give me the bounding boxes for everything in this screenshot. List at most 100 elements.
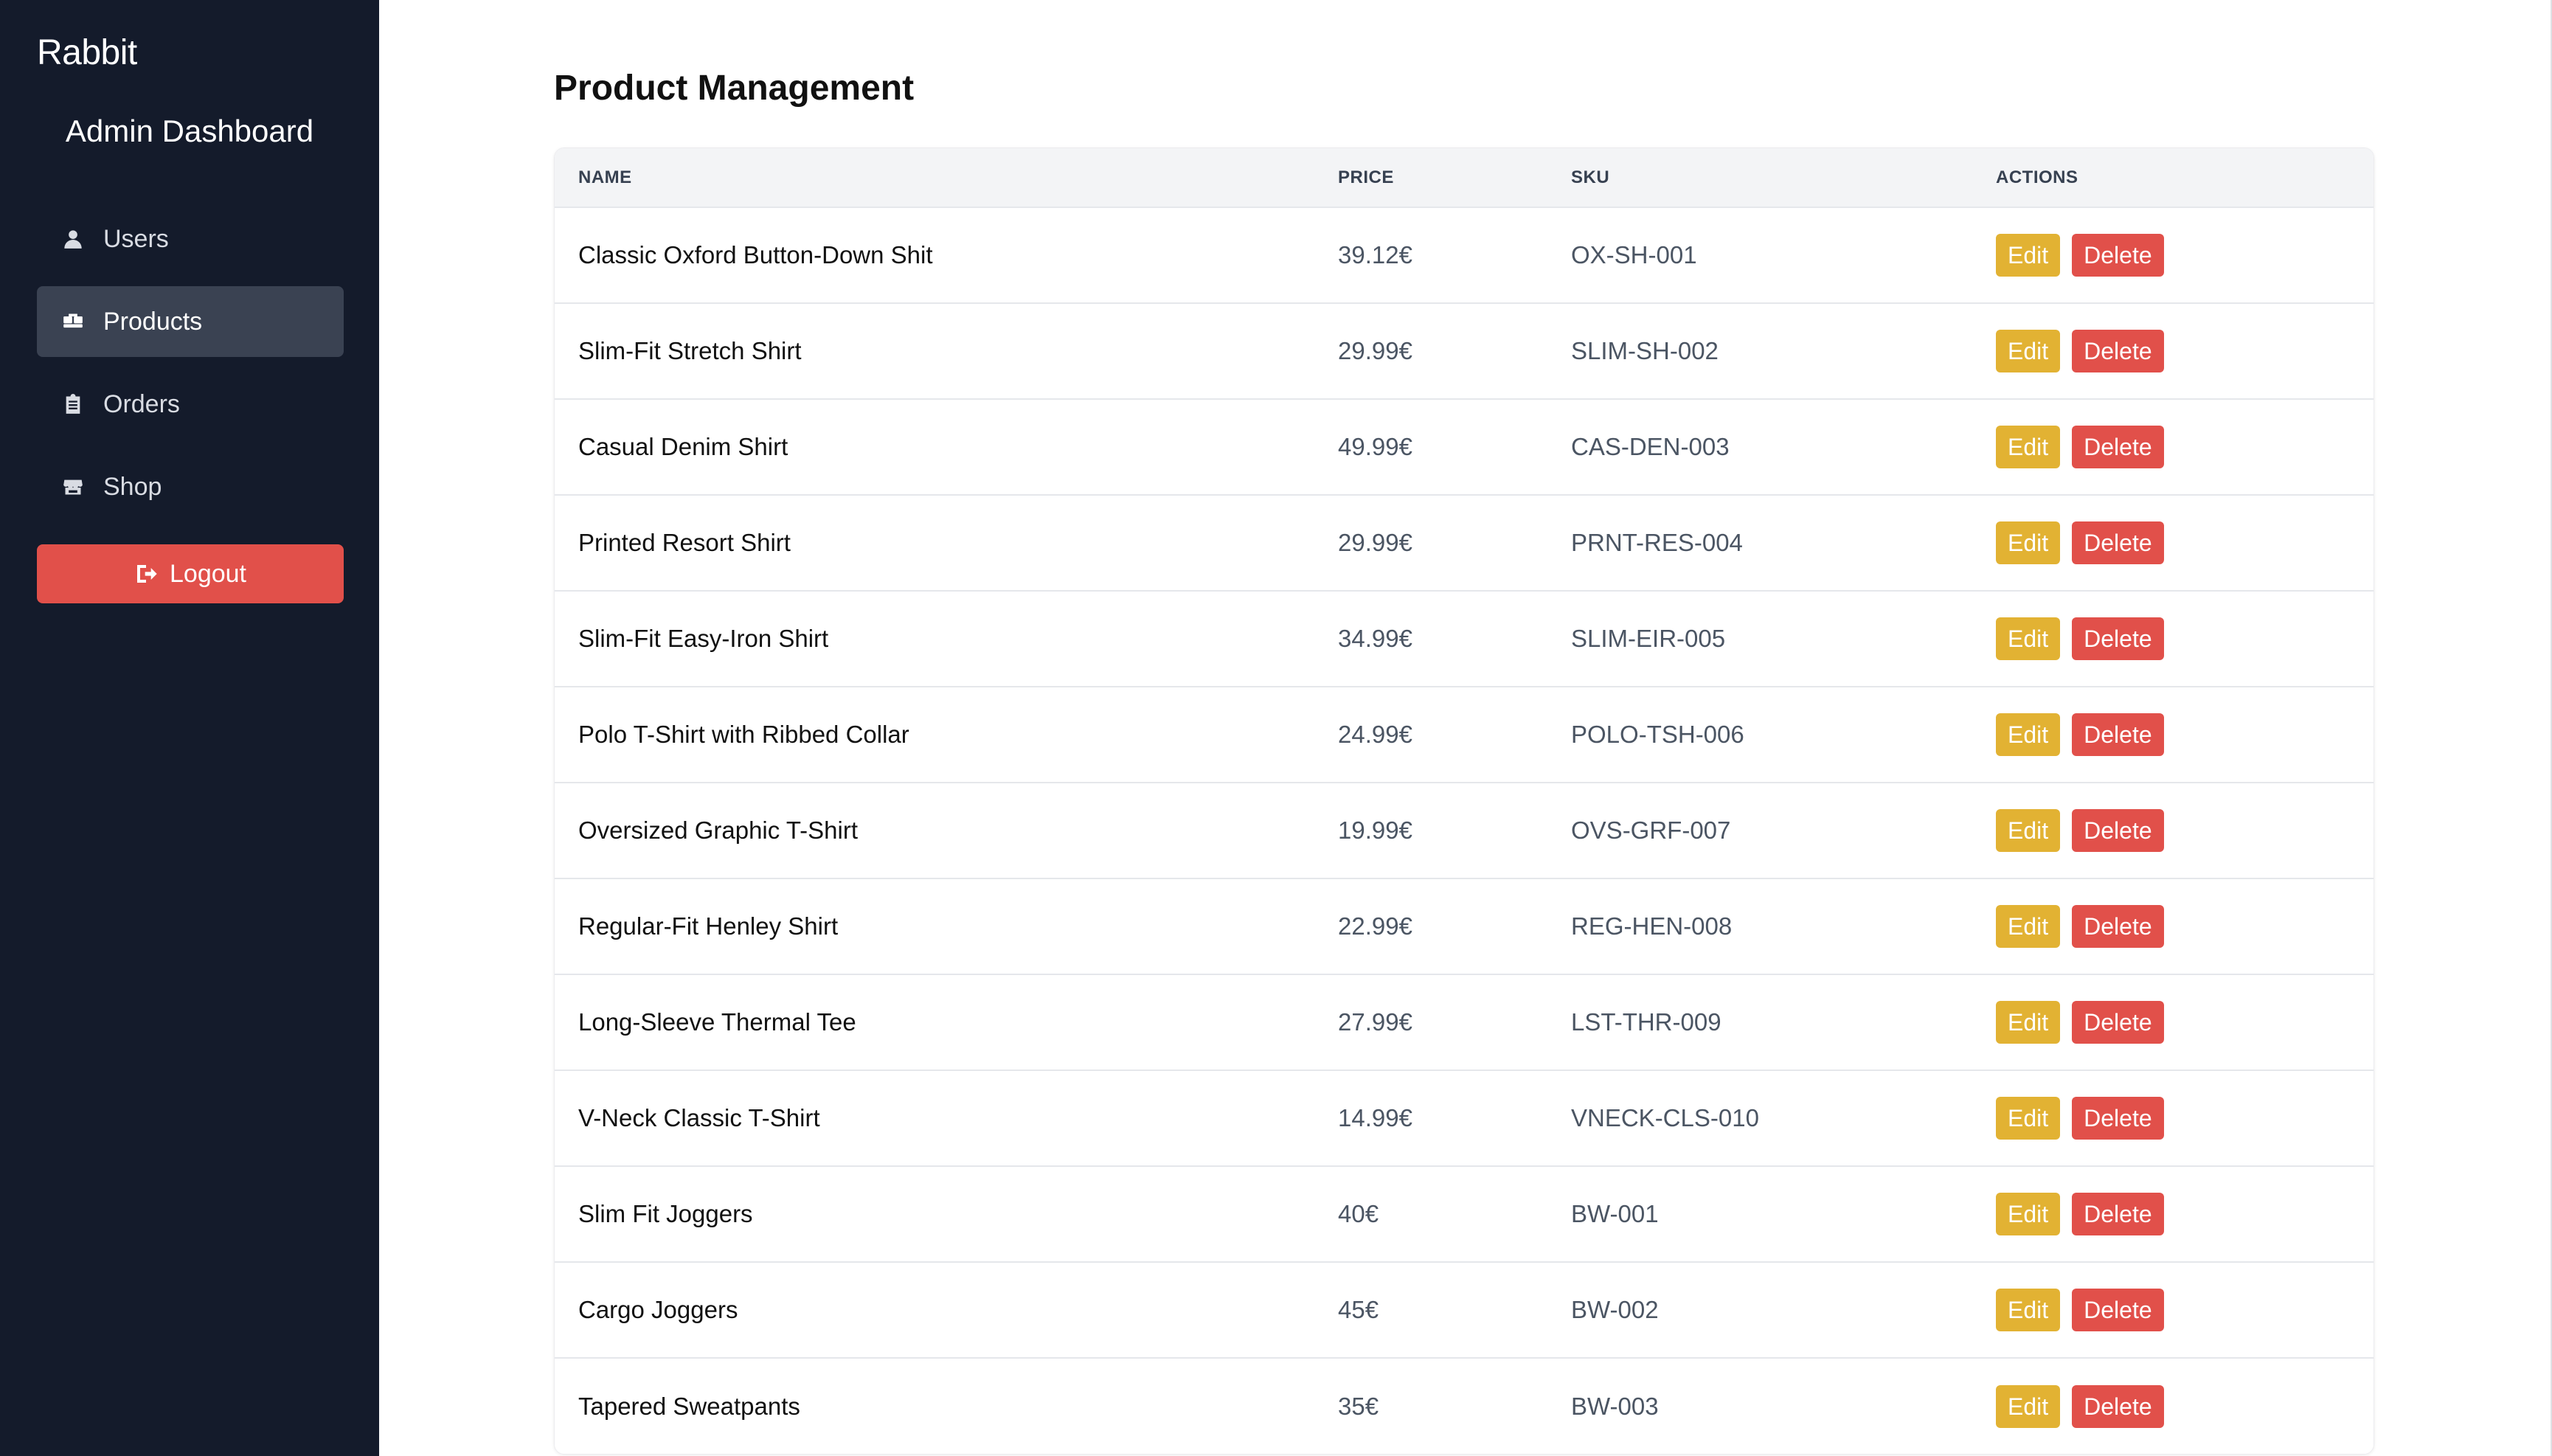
table-row: Printed Resort Shirt 29.99€ PRNT-RES-004… <box>555 495 2374 591</box>
delete-button[interactable]: Delete <box>2072 1193 2164 1235</box>
product-name: Slim Fit Joggers <box>578 1200 753 1227</box>
delete-button[interactable]: Delete <box>2072 713 2164 756</box>
table-row: Regular-Fit Henley Shirt 22.99€ REG-HEN-… <box>555 878 2374 974</box>
column-header-sku: SKU <box>1571 167 1610 187</box>
edit-button[interactable]: Edit <box>1996 617 2061 660</box>
product-actions: Edit Delete <box>1996 495 2374 591</box>
brand-logo[interactable]: Rabbit <box>37 32 137 73</box>
product-actions: Edit Delete <box>1996 783 2374 878</box>
delete-button[interactable]: Delete <box>2072 617 2164 660</box>
product-sku: SLIM-EIR-005 <box>1571 625 1726 652</box>
edit-button[interactable]: Edit <box>1996 234 2061 277</box>
edit-button[interactable]: Edit <box>1996 330 2061 372</box>
edit-button[interactable]: Edit <box>1996 1193 2061 1235</box>
delete-button[interactable]: Delete <box>2072 234 2164 277</box>
edit-button[interactable]: Edit <box>1996 713 2061 756</box>
sidebar-item-products[interactable]: Products <box>37 286 344 357</box>
product-price: 49.99€ <box>1338 433 1412 460</box>
edit-button[interactable]: Edit <box>1996 1001 2061 1044</box>
delete-button[interactable]: Delete <box>2072 521 2164 564</box>
product-price: 14.99€ <box>1338 1104 1412 1131</box>
product-name: Regular-Fit Henley Shirt <box>578 912 839 940</box>
logout-label: Logout <box>170 559 246 588</box>
product-sku: OVS-GRF-007 <box>1571 817 1731 844</box>
delete-button[interactable]: Delete <box>2072 1097 2164 1140</box>
product-actions: Edit Delete <box>1996 303 2374 399</box>
table-row: Polo T-Shirt with Ribbed Collar 24.99€ P… <box>555 687 2374 783</box>
product-price: 29.99€ <box>1338 337 1412 364</box>
sidebar-item-label: Shop <box>103 472 162 501</box>
sidebar-item-orders[interactable]: Orders <box>37 369 344 440</box>
product-price: 29.99€ <box>1338 529 1412 556</box>
product-name: Casual Denim Shirt <box>578 433 788 460</box>
product-price: 34.99€ <box>1338 625 1412 652</box>
product-sku: VNECK-CLS-010 <box>1571 1104 1759 1131</box>
product-price: 39.12€ <box>1338 241 1412 268</box>
product-price: 35€ <box>1338 1392 1379 1420</box>
column-header-name: NAME <box>578 167 632 187</box>
delete-button[interactable]: Delete <box>2072 426 2164 468</box>
table-header: NAME PRICE SKU ACTIONS <box>555 148 2374 207</box>
delete-button[interactable]: Delete <box>2072 905 2164 948</box>
table-row: Slim-Fit Easy-Iron Shirt 34.99€ SLIM-EIR… <box>555 591 2374 687</box>
page-title: Product Management <box>554 69 915 108</box>
product-actions: Edit Delete <box>1996 591 2374 687</box>
sidebar-item-label: Orders <box>103 389 180 418</box>
sidebar-title: Admin Dashboard <box>65 114 314 148</box>
delete-button[interactable]: Delete <box>2072 1289 2164 1331</box>
product-sku: POLO-TSH-006 <box>1571 721 1744 748</box>
edit-button[interactable]: Edit <box>1996 809 2061 852</box>
table-row: Oversized Graphic T-Shirt 19.99€ OVS-GRF… <box>555 783 2374 878</box>
product-price: 45€ <box>1338 1296 1379 1323</box>
product-actions: Edit Delete <box>1996 974 2374 1070</box>
product-name: Polo T-Shirt with Ribbed Collar <box>578 721 909 748</box>
column-header-actions: ACTIONS <box>1996 167 2078 187</box>
product-actions: Edit Delete <box>1996 1070 2374 1166</box>
product-sku: BW-001 <box>1571 1200 1659 1227</box>
product-actions: Edit Delete <box>1996 1166 2374 1262</box>
edit-button[interactable]: Edit <box>1996 1384 2061 1428</box>
delete-button[interactable]: Delete <box>2072 1001 2164 1044</box>
product-actions: Edit Delete <box>1996 399 2374 495</box>
table-row: Tapered Sweatpants 35€ BW-003 Edit Delete <box>555 1358 2374 1454</box>
boxes-icon <box>62 311 84 333</box>
edit-button[interactable]: Edit <box>1996 1097 2061 1140</box>
sidebar: Rabbit Admin Dashboard Users Products Or… <box>0 0 379 1456</box>
delete-button[interactable]: Delete <box>2072 809 2164 852</box>
product-sku: LST-THR-009 <box>1571 1008 1721 1036</box>
sidebar-item-shop[interactable]: Shop <box>37 451 344 522</box>
products-table: NAME PRICE SKU ACTIONS Classic Oxford Bu… <box>555 148 2374 1454</box>
product-actions: Edit Delete <box>1996 1262 2374 1358</box>
product-actions: Edit Delete <box>1996 1358 2374 1454</box>
product-sku: OX-SH-001 <box>1571 241 1697 268</box>
logout-button[interactable]: Logout <box>37 544 344 603</box>
delete-button[interactable]: Delete <box>2072 1384 2164 1428</box>
product-actions: Edit Delete <box>1996 207 2374 303</box>
sign-out-icon <box>134 562 158 586</box>
sidebar-item-users[interactable]: Users <box>37 204 344 274</box>
product-sku: SLIM-SH-002 <box>1571 337 1719 364</box>
edit-button[interactable]: Edit <box>1996 1289 2061 1331</box>
product-name: Tapered Sweatpants <box>578 1392 800 1420</box>
store-icon <box>62 476 84 498</box>
product-sku: REG-HEN-008 <box>1571 912 1733 940</box>
main-content: Product Management NAME PRICE SKU ACTION… <box>379 0 2552 1456</box>
sidebar-item-label: Products <box>103 307 203 336</box>
table-body: Classic Oxford Button-Down Shit 39.12€ O… <box>555 207 2374 1454</box>
product-name: Oversized Graphic T-Shirt <box>578 817 859 844</box>
app-frame: Rabbit Admin Dashboard Users Products Or… <box>0 0 2552 1456</box>
product-sku: BW-003 <box>1571 1392 1659 1420</box>
product-price: 24.99€ <box>1338 721 1412 748</box>
sidebar-item-label: Users <box>103 224 169 253</box>
delete-button[interactable]: Delete <box>2072 330 2164 372</box>
edit-button[interactable]: Edit <box>1996 521 2061 564</box>
edit-button[interactable]: Edit <box>1996 426 2061 468</box>
products-table-container: NAME PRICE SKU ACTIONS Classic Oxford Bu… <box>554 148 2374 1455</box>
table-row: Classic Oxford Button-Down Shit 39.12€ O… <box>555 207 2374 303</box>
product-name: Cargo Joggers <box>578 1296 738 1323</box>
product-actions: Edit Delete <box>1996 687 2374 783</box>
column-header-price: PRICE <box>1338 167 1394 187</box>
product-sku: CAS-DEN-003 <box>1571 433 1730 460</box>
edit-button[interactable]: Edit <box>1996 905 2061 948</box>
product-name: Slim-Fit Easy-Iron Shirt <box>578 625 829 652</box>
